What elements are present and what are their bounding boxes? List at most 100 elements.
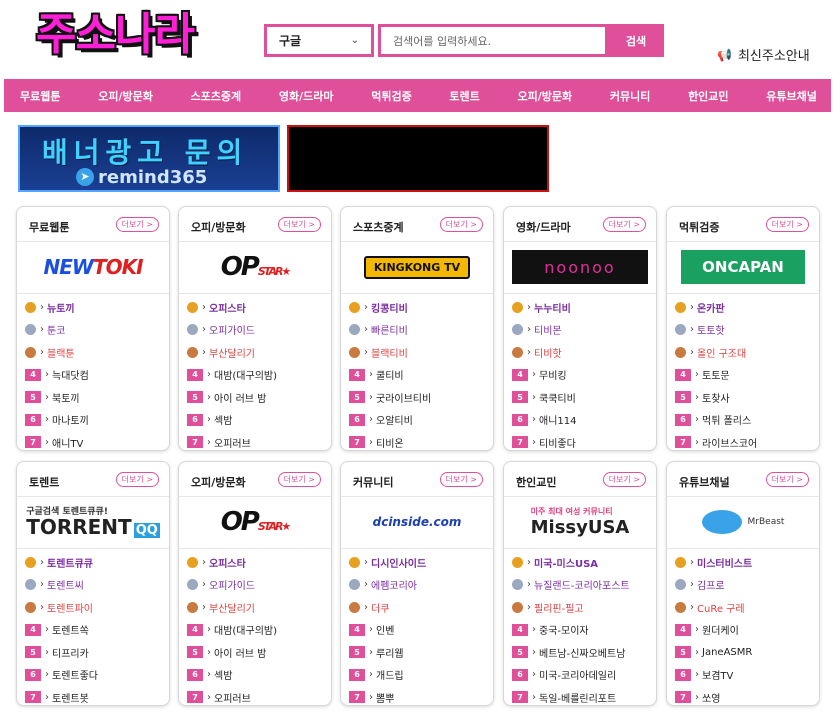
search-engine-select[interactable]: 구글 ⌄ xyxy=(264,24,374,57)
more-button[interactable]: 더보기 > xyxy=(602,217,646,232)
list-item[interactable]: 6 › 보겸TV xyxy=(675,664,815,687)
list-item[interactable]: 6 › 섹밤 xyxy=(187,409,327,432)
list-item[interactable]: › 오피가이드 xyxy=(187,574,327,597)
list-item[interactable]: 5 › 베트남-신짜오베트남 xyxy=(512,641,652,664)
nav-item[interactable]: 토렌트 xyxy=(449,88,479,104)
list-item[interactable]: 7 › 오피러브 xyxy=(187,686,327,709)
nav-item[interactable]: 스포츠중계 xyxy=(191,88,242,104)
list-item[interactable]: 7 › 티비온 xyxy=(349,431,489,454)
list-item[interactable]: 4 › 대밤(대구의밤) xyxy=(187,619,327,642)
nav-item[interactable]: 커뮤니티 xyxy=(610,88,650,104)
nav-item[interactable]: 오피/방문화 xyxy=(518,88,573,104)
more-button[interactable]: 더보기 > xyxy=(277,217,321,232)
list-item[interactable]: 5 › 쿡쿡티비 xyxy=(512,386,652,409)
list-item[interactable]: 6 › 섹밤 xyxy=(187,664,327,687)
list-item[interactable]: › 부산달리기 xyxy=(187,596,327,619)
ad-banner[interactable]: 배너광고 문의 ➤ remind365 xyxy=(18,125,280,192)
list-item[interactable]: › 누누티비 xyxy=(512,296,652,319)
list-item[interactable]: › 오피스타 xyxy=(187,551,327,574)
list-item[interactable]: 5 › 아이 러브 밤 xyxy=(187,641,327,664)
list-item[interactable]: 7 › 독일-베를린리포트 xyxy=(512,686,652,709)
list-item[interactable]: 4 › 중국-모이자 xyxy=(512,619,652,642)
list-item[interactable]: › 티비핫 xyxy=(512,341,652,364)
list-item[interactable]: › 온카판 xyxy=(675,296,815,319)
list-item[interactable]: › 미국-미스USA xyxy=(512,551,652,574)
more-button[interactable]: 더보기 > xyxy=(115,472,159,487)
list-item[interactable]: › 토렌트큐큐 xyxy=(25,551,165,574)
list-item[interactable]: › 오피스타 xyxy=(187,296,327,319)
more-button[interactable]: 더보기 > xyxy=(765,217,809,232)
nav-item[interactable]: 오피/방문화 xyxy=(98,88,153,104)
list-item[interactable]: 7 › 라이브스코어 xyxy=(675,431,815,454)
card-logo[interactable]: ONCAPAN xyxy=(675,247,811,287)
nav-item[interactable]: 유튜브채널 xyxy=(766,88,817,104)
list-item[interactable]: › 부산달리기 xyxy=(187,341,327,364)
list-item[interactable]: › 필리핀-필고 xyxy=(512,596,652,619)
nav-item[interactable]: 한인교민 xyxy=(688,88,728,104)
list-item[interactable]: 5 › 티프리카 xyxy=(25,641,165,664)
card-logo[interactable]: noonoo xyxy=(512,247,648,287)
list-item[interactable]: 5 › 굿라이브티비 xyxy=(349,386,489,409)
list-item[interactable]: › 툰코 xyxy=(25,319,165,342)
list-item[interactable]: › 토렌트파이 xyxy=(25,596,165,619)
black-banner[interactable] xyxy=(287,125,549,192)
search-input[interactable]: 검색어를 입력하세요. xyxy=(378,24,608,57)
card-logo[interactable]: 미주 최대 여성 커뮤니티 MissyUSA xyxy=(512,502,648,542)
list-item[interactable]: 6 › 먹튀 폴리스 xyxy=(675,409,815,432)
list-item[interactable]: › 김프로 xyxy=(675,574,815,597)
more-button[interactable]: 더보기 > xyxy=(602,472,646,487)
more-button[interactable]: 더보기 > xyxy=(115,217,159,232)
list-item[interactable]: › 더쿠 xyxy=(349,596,489,619)
list-item[interactable]: 6 › 애니114 xyxy=(512,409,652,432)
list-item[interactable]: 7 › 쏘영 xyxy=(675,686,815,709)
card-logo[interactable]: OPSTAR★ xyxy=(187,502,323,542)
list-item[interactable]: 4 › 늑대닷컴 xyxy=(25,364,165,387)
list-item[interactable]: › CuRe 구레 xyxy=(675,596,815,619)
list-item[interactable]: 4 › 원더케이 xyxy=(675,619,815,642)
more-button[interactable]: 더보기 > xyxy=(439,472,483,487)
list-item[interactable]: 7 › 티비좋다 xyxy=(512,431,652,454)
list-item[interactable]: › 티비몬 xyxy=(512,319,652,342)
list-item[interactable]: 6 › 토렌트좋다 xyxy=(25,664,165,687)
list-item[interactable]: 4 › 쿨티비 xyxy=(349,364,489,387)
search-button[interactable]: 검색 xyxy=(608,24,664,57)
card-logo[interactable]: dcinside.com xyxy=(349,502,485,542)
more-button[interactable]: 더보기 > xyxy=(277,472,321,487)
list-item[interactable]: 4 › 토토문 xyxy=(675,364,815,387)
nav-item[interactable]: 영화/드라마 xyxy=(279,88,334,104)
list-item[interactable]: › 뉴질랜드-코리아포스트 xyxy=(512,574,652,597)
nav-item[interactable]: 무료웹툰 xyxy=(20,88,60,104)
list-item[interactable]: › 뉴토끼 xyxy=(25,296,165,319)
list-item[interactable]: › 에펨코리아 xyxy=(349,574,489,597)
card-logo[interactable]: KINGKONG TV xyxy=(349,247,485,287)
card-logo[interactable]: OPSTAR★ xyxy=(187,247,323,287)
list-item[interactable]: › 빠른티비 xyxy=(349,319,489,342)
list-item[interactable]: 4 › 인벤 xyxy=(349,619,489,642)
list-item[interactable]: 5 › 아이 러브 밤 xyxy=(187,386,327,409)
notice-link[interactable]: 📢 최신주소안내 xyxy=(717,45,810,65)
more-button[interactable]: 더보기 > xyxy=(765,472,809,487)
list-item[interactable]: › 토렌트씨 xyxy=(25,574,165,597)
list-item[interactable]: 4 › 무비킹 xyxy=(512,364,652,387)
list-item[interactable]: 6 › 오알티비 xyxy=(349,409,489,432)
list-item[interactable]: 5 › 북토끼 xyxy=(25,386,165,409)
list-item[interactable]: 7 › 뽐뿌 xyxy=(349,686,489,709)
card-logo[interactable]: NEWTOKI xyxy=(25,247,161,287)
list-item[interactable]: › 미스터비스트 xyxy=(675,551,815,574)
list-item[interactable]: 4 › 대밤(대구의밤) xyxy=(187,364,327,387)
list-item[interactable]: 5 › 루리웹 xyxy=(349,641,489,664)
list-item[interactable]: 6 › 개드립 xyxy=(349,664,489,687)
list-item[interactable]: 7 › 애니TV xyxy=(25,431,165,454)
card-logo[interactable]: MrBeast xyxy=(675,502,811,542)
nav-item[interactable]: 먹튀검증 xyxy=(371,88,411,104)
list-item[interactable]: › 블랙툰 xyxy=(25,341,165,364)
list-item[interactable]: 7 › 토렌트봇 xyxy=(25,686,165,709)
list-item[interactable]: 7 › 오피러브 xyxy=(187,431,327,454)
list-item[interactable]: 5 › JaneASMR xyxy=(675,641,815,664)
more-button[interactable]: 더보기 > xyxy=(439,217,483,232)
card-logo[interactable]: 구글검색 토렌트큐큐! TORRENT QQ xyxy=(25,502,161,542)
list-item[interactable]: › 킹콩티비 xyxy=(349,296,489,319)
list-item[interactable]: 5 › 토찾사 xyxy=(675,386,815,409)
list-item[interactable]: › 블랙티비 xyxy=(349,341,489,364)
list-item[interactable]: › 오피가이드 xyxy=(187,319,327,342)
